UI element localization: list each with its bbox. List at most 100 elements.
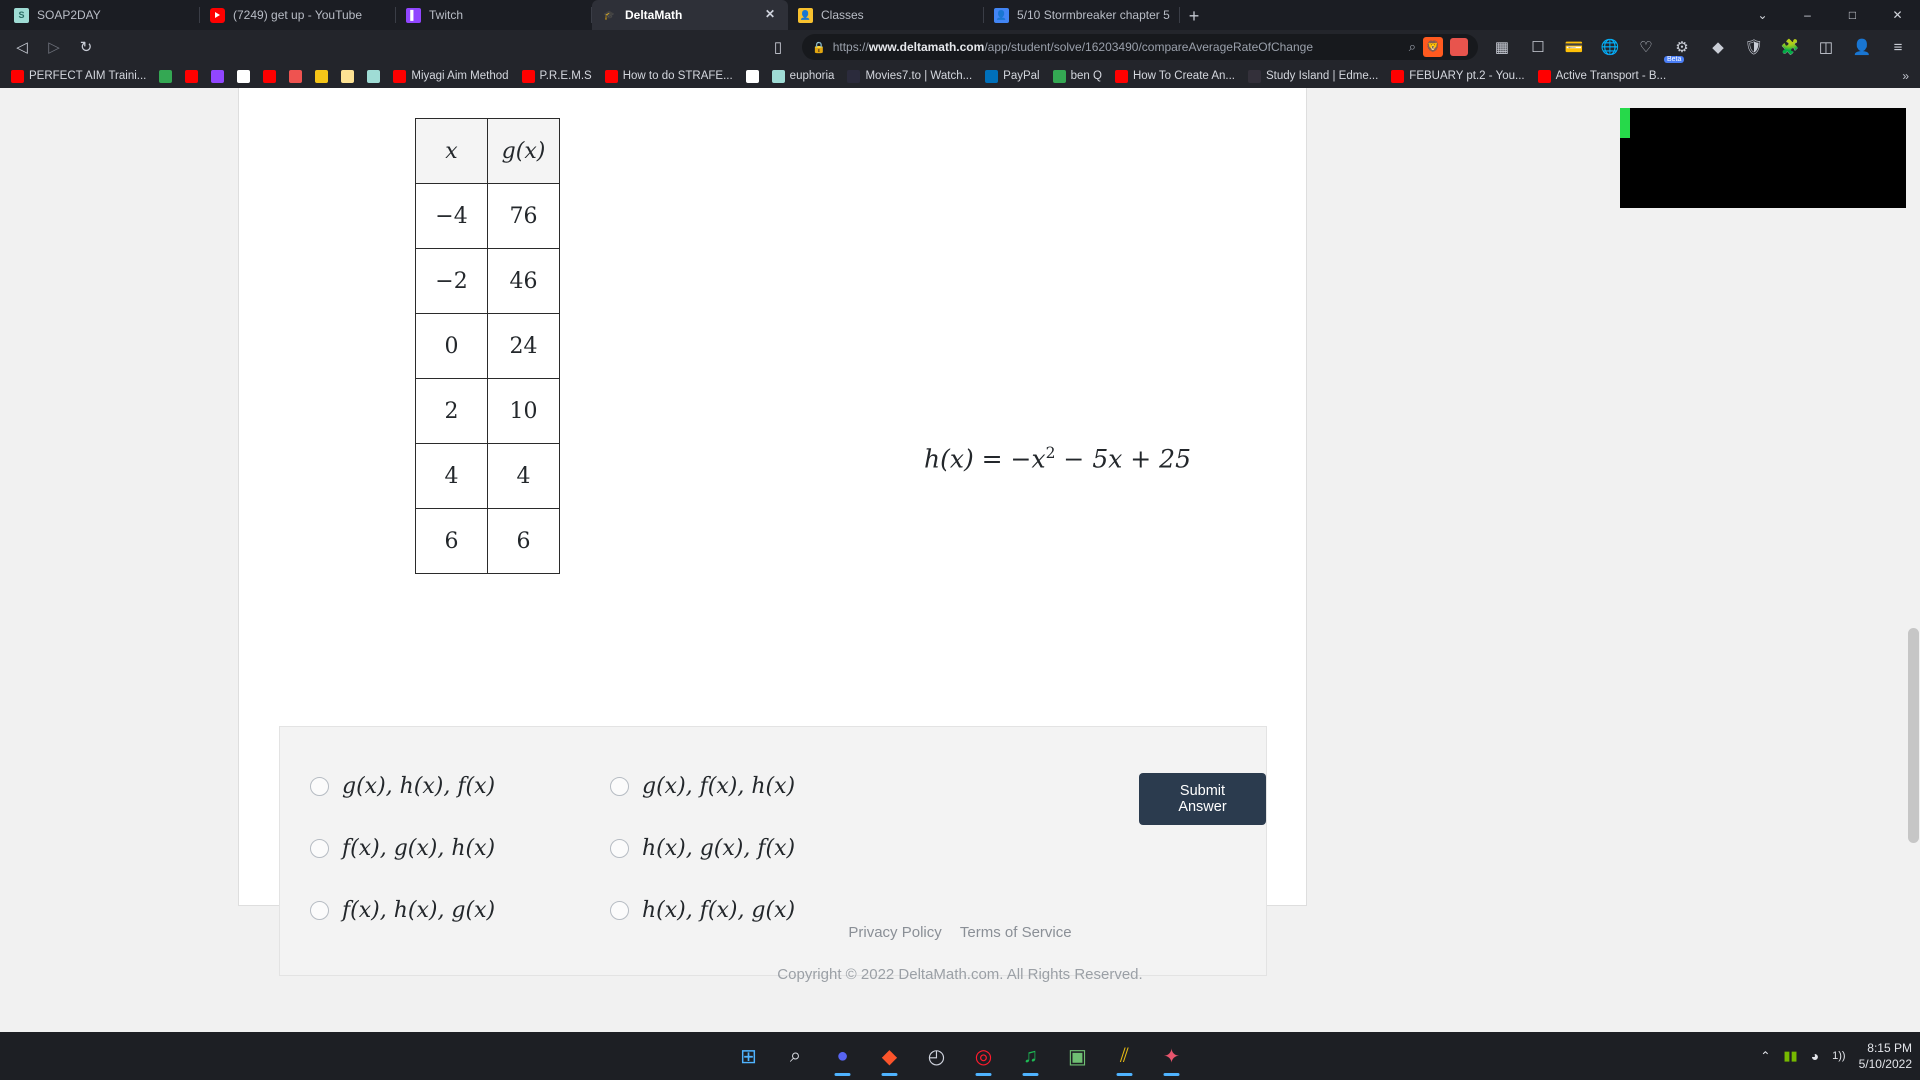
table-row: −4 76 [415,183,560,249]
sticky-icon [341,69,355,83]
bookmark-label: PERFECT AIM Traini... [29,70,147,82]
grid-icon[interactable]: ▦ [1488,33,1516,61]
cast-icon[interactable]: ☐ [1524,33,1552,61]
taskbar-clock[interactable]: 8:15 PM 5/10/2022 [1859,1040,1912,1072]
bookmark-item[interactable]: euphoria [767,68,840,85]
cell-gx: 24 [487,313,560,379]
bookmark-item[interactable] [258,68,281,85]
bookmark-item[interactable]: Miyagi Aim Method [388,68,513,85]
cell-x: 2 [415,378,488,444]
radio-button[interactable] [310,838,329,858]
bookmark-item[interactable] [154,68,177,85]
search-button[interactable]: ⌕ [783,1043,809,1069]
bookmark-item[interactable]: ben Q [1048,68,1107,85]
bookmark-item[interactable] [284,68,307,85]
quizlet-icon [289,69,303,83]
opera-gx-app[interactable]: ◎ [971,1043,997,1069]
bookmark-item[interactable] [741,68,764,85]
spotify-app[interactable]: ♫ [1018,1043,1044,1069]
bookmark-item[interactable] [310,68,333,85]
page-footer: Privacy Policy Terms of Service Copyrigh… [0,924,1920,983]
bookmark-item[interactable]: P.R.E.M.S [517,68,597,85]
shields-icon[interactable]: 🛡 [1740,33,1768,61]
wallet-icon[interactable]: 💳 [1560,33,1588,61]
twitch-favicon: ▌ [406,7,421,23]
browser-tab-youtube[interactable]: (7249) get up - YouTube [200,0,396,30]
zoom-icon[interactable]: ⌕ [1409,39,1416,55]
radio-button[interactable] [310,776,329,796]
brave-rewards-icon[interactable]: ◆ [1704,33,1732,61]
bookmark-item[interactable]: PERFECT AIM Traini... [6,68,151,85]
radio-button[interactable] [610,900,629,920]
extension-icon[interactable] [1450,38,1468,56]
close-window-button[interactable]: ✕ [1875,0,1920,30]
start-button[interactable]: ⊞ [736,1043,762,1069]
brave-shield-icon[interactable]: 🦁 [1423,37,1443,57]
bookmark-label: PayPal [1003,70,1040,82]
choice-label: f(x), g(x), h(x) [342,835,496,861]
choice-option-2[interactable]: g(x), f(x), h(x) [600,755,900,817]
bookmark-item[interactable] [232,68,255,85]
sidebar-icon[interactable]: ◫ [1812,33,1840,61]
bookmarks-overflow-icon[interactable]: » [1897,69,1914,83]
radio-button[interactable] [610,776,629,796]
wifi-icon[interactable]: ◕ [1811,1048,1819,1064]
bookmark-item[interactable]: Active Transport - B... [1533,68,1672,85]
discord-app[interactable]: ● [830,1043,856,1069]
bookmark-label: Study Island | Edme... [1266,70,1379,82]
address-bar[interactable]: 🔒 https://www.deltamath.com/app/student/… [802,34,1478,60]
bookmark-item[interactable]: PayPal [980,68,1044,85]
privacy-policy-link[interactable]: Privacy Policy [848,924,941,941]
browser-tab-classes[interactable]: Classes [788,0,984,30]
maximize-button[interactable]: □ [1830,0,1875,30]
browser-tab-twitch[interactable]: ▌ Twitch [396,0,592,30]
minimize-button[interactable]: – [1785,0,1830,30]
reload-icon[interactable]: ↻ [72,33,100,61]
tab-search-chevron-icon[interactable]: ⌄ [1740,0,1785,30]
store-app[interactable]: ▣ [1065,1043,1091,1069]
leo-ai-icon[interactable]: ⚙ Beta [1664,33,1696,63]
bookmark-item[interactable] [336,68,359,85]
tray-chevron-icon[interactable]: ⌃ [1760,1049,1770,1063]
back-icon[interactable]: ◁ [8,33,36,61]
choice-option-3[interactable]: f(x), g(x), h(x) [300,817,600,879]
reading-list-icon[interactable]: ▯ [764,33,792,61]
choice-option-1[interactable]: g(x), h(x), f(x) [300,755,600,817]
close-tab-icon[interactable]: ✕ [762,7,778,23]
scrollbar-thumb[interactable] [1908,628,1919,843]
bookmark-item[interactable] [362,68,385,85]
browser-tab-stormbreaker[interactable]: 👤 5/10 Stormbreaker chapter 5 [984,0,1180,30]
extensions-icon[interactable]: 🧩 [1776,33,1804,61]
new-tab-button[interactable]: + [1180,2,1208,30]
radio-button[interactable] [610,838,629,858]
bookmark-item[interactable] [206,68,229,85]
submit-answer-button[interactable]: Submit Answer [1139,773,1266,825]
photos-app[interactable]: ✦ [1159,1043,1185,1069]
window-controls: ⌄ – □ ✕ [1740,0,1920,30]
nvidia-icon[interactable]: ▮▮ [1783,1048,1797,1064]
choice-option-4[interactable]: h(x), g(x), f(x) [600,817,900,879]
volume-icon[interactable]: 1)) [1832,1050,1845,1062]
terms-of-service-link[interactable]: Terms of Service [960,924,1072,941]
monkeytype-app[interactable]: ⫽ [1112,1043,1138,1069]
brave-browser-app[interactable]: ◆ [877,1043,903,1069]
browser-menu-icon[interactable]: ≡ [1884,33,1912,61]
bookmark-item[interactable]: Study Island | Edme... [1243,68,1383,85]
browser-tab-soap2day[interactable]: S SOAP2DAY [4,0,200,30]
profile-icon[interactable]: 👤 [1848,33,1876,61]
bookmark-item[interactable] [180,68,203,85]
browser-tab-deltamath[interactable]: 🎓 DeltaMath ✕ [592,0,788,30]
bookmark-item[interactable]: How to do STRAFE... [600,68,738,85]
bookmark-item[interactable]: Movies7.to | Watch... [842,68,977,85]
youtube-icon [604,69,618,83]
beta-badge: Beta [1664,56,1685,63]
bookmark-star-icon[interactable]: ♡ [1632,33,1660,61]
clock-app[interactable]: ◴ [924,1043,950,1069]
translate-icon[interactable]: 🌐 [1596,33,1624,61]
page-scrollbar[interactable] [1906,88,1920,1080]
bookmark-item[interactable]: How To Create An... [1110,68,1240,85]
youtube-icon [521,69,535,83]
radio-button[interactable] [310,900,329,920]
bookmark-item[interactable]: FEBUARY pt.2 - You... [1386,68,1529,85]
forward-icon[interactable]: ▷ [40,33,68,61]
